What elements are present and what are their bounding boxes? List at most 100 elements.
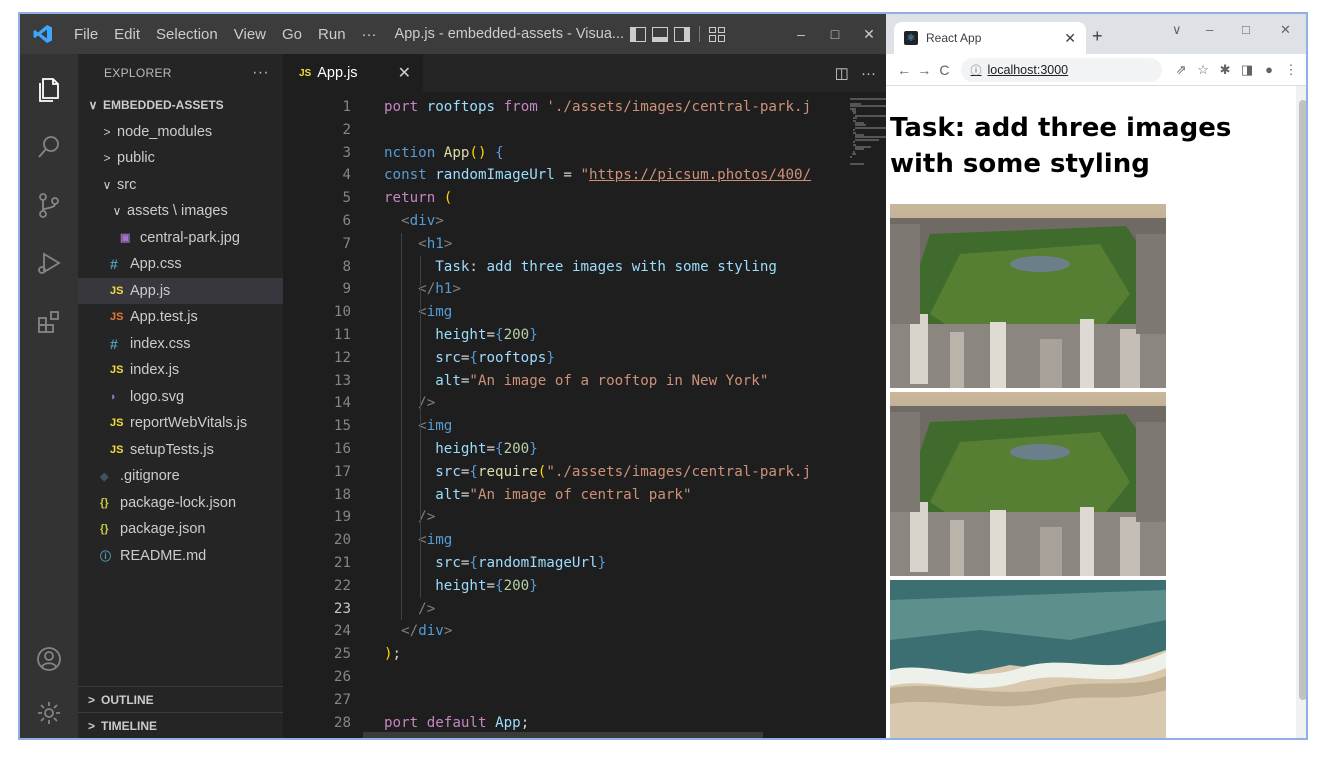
menu-run[interactable]: Run [310, 26, 354, 43]
file-tree-item[interactable]: ▣ central-park.jpg [78, 225, 283, 252]
source-control-icon[interactable] [34, 190, 64, 220]
code-line[interactable]: 17 src={require("./assets/images/central… [283, 461, 843, 484]
accounts-icon[interactable] [34, 644, 64, 674]
file-tree-item[interactable]: > public [78, 145, 283, 172]
menu-edit[interactable]: Edit [106, 26, 148, 43]
page-scrollbar[interactable] [1296, 86, 1306, 738]
tab-search-button[interactable]: ∨ [1172, 22, 1182, 38]
tab-close-button[interactable]: ✕ [398, 63, 411, 83]
file-tree-item[interactable]: ◆ .gitignore [78, 463, 283, 490]
side-panel-icon[interactable]: ◨ [1236, 62, 1258, 78]
line-number: 7 [342, 235, 351, 252]
code-line[interactable]: 23 /> [283, 598, 843, 621]
file-tree-item[interactable]: > node_modules [78, 119, 283, 146]
file-tree-item[interactable]: ∨ assets \ images [78, 198, 283, 225]
chrome-maximize-button[interactable]: □ [1242, 22, 1250, 37]
run-debug-icon[interactable] [34, 248, 64, 278]
file-tree-item[interactable]: ⓘ README.md [78, 543, 283, 570]
extensions-icon[interactable] [34, 306, 64, 336]
search-icon[interactable] [34, 132, 64, 162]
toggle-secondary-sidebar-icon[interactable] [673, 26, 690, 42]
code-line[interactable]: 13 alt="An image of a rooftop in New Yor… [283, 370, 843, 393]
file-tree-item[interactable]: # App.css [78, 251, 283, 278]
code-line[interactable]: 19 /> [283, 506, 843, 529]
profile-avatar-icon[interactable]: ● [1258, 62, 1280, 77]
code-line[interactable]: 22 height={200} [283, 575, 843, 598]
toggle-panel-icon[interactable] [651, 26, 668, 42]
minimap-line [851, 153, 857, 156]
close-button[interactable]: ✕ [852, 26, 886, 43]
back-arrow-icon[interactable]: ← [894, 62, 914, 78]
file-tree-item[interactable]: JS App.js [78, 277, 283, 304]
code-line[interactable]: 24 </div> [283, 620, 843, 643]
code-line[interactable]: 27 [283, 689, 843, 712]
file-tree-item[interactable]: ∨ src [78, 172, 283, 199]
site-info-icon[interactable]: ⓘ [971, 62, 982, 78]
code-line[interactable]: 15 <img [283, 415, 843, 438]
editor-more-button[interactable]: ··· [861, 65, 876, 82]
minimize-button[interactable]: – [784, 26, 818, 43]
toggle-sidebar-icon[interactable] [629, 26, 646, 42]
code-line[interactable]: 9 </h1> [283, 278, 843, 301]
customize-layout-icon[interactable] [708, 26, 725, 42]
code-line[interactable]: 5 return ( [283, 187, 843, 210]
tab-app-js[interactable]: JS App.js ✕ [283, 54, 423, 92]
address-bar[interactable]: ⓘ localhost:3000 [960, 57, 1163, 82]
timeline-section[interactable]: > TIMELINE [78, 712, 283, 738]
extensions-puzzle-icon[interactable]: ✱ [1214, 62, 1236, 78]
chrome-menu-icon[interactable]: ⋮ [1280, 62, 1302, 78]
chrome-tab-react-app[interactable]: ⚛ React App ✕ [894, 22, 1086, 54]
code-line[interactable]: 6 <div> [283, 210, 843, 233]
code-editor[interactable]: 1 port rooftops from './assets/images/cen… [283, 92, 843, 738]
code-line[interactable]: 11 height={200} [283, 324, 843, 347]
reload-icon[interactable]: C [934, 62, 954, 78]
explorer-icon[interactable] [34, 74, 64, 104]
code-line[interactable]: 4 const randomImageUrl = "https://picsum.… [283, 164, 843, 187]
file-tree-item[interactable]: ◗ logo.svg [78, 384, 283, 411]
split-editor-icon[interactable]: ◫ [835, 65, 849, 82]
chrome-tab-close-button[interactable]: ✕ [1064, 30, 1076, 47]
code-line[interactable]: 20 <img [283, 529, 843, 552]
code-line[interactable]: 7 <h1> [283, 233, 843, 256]
minimap-line [854, 148, 865, 151]
code-line[interactable]: 3 nction App() { [283, 142, 843, 165]
menu-selection[interactable]: Selection [148, 26, 226, 43]
explorer-more-button[interactable]: ··· [252, 64, 269, 82]
manage-gear-icon[interactable] [34, 698, 64, 728]
code-line[interactable]: 8 Task: add three images with some styli… [283, 256, 843, 279]
code-line[interactable]: 28 port default App; [283, 712, 843, 735]
chrome-close-button[interactable]: ✕ [1280, 22, 1291, 38]
code-line[interactable]: 16 height={200} [283, 438, 843, 461]
file-tree-item[interactable]: # index.css [78, 331, 283, 358]
code-line[interactable]: 2 [283, 119, 843, 142]
code-line[interactable]: 12 src={rooftops} [283, 347, 843, 370]
workspace-root[interactable]: ∨ EMBEDDED-ASSETS [78, 92, 283, 119]
chrome-minimize-button[interactable]: – [1206, 22, 1213, 37]
file-tree-item[interactable]: {} package.json [78, 516, 283, 543]
file-tree-item[interactable]: JS reportWebVitals.js [78, 410, 283, 437]
menu-go[interactable]: Go [274, 26, 310, 43]
file-tree-item[interactable]: JS setupTests.js [78, 437, 283, 464]
code-line[interactable]: 21 src={randomImageUrl} [283, 552, 843, 575]
editor-horizontal-scrollbar[interactable] [363, 732, 763, 738]
code-line[interactable]: 14 /> [283, 392, 843, 415]
menu-more[interactable]: ··· [354, 26, 385, 43]
code-line[interactable]: 10 <img [283, 301, 843, 324]
file-tree-label: logo.svg [130, 388, 185, 405]
file-tree-item[interactable]: JS index.js [78, 357, 283, 384]
code-line[interactable]: 18 alt="An image of central park" [283, 484, 843, 507]
file-tree-item[interactable]: JS App.test.js [78, 304, 283, 331]
code-line[interactable]: 26 [283, 666, 843, 689]
menu-file[interactable]: File [66, 26, 106, 43]
maximize-button[interactable]: □ [818, 26, 852, 43]
forward-arrow-icon[interactable]: → [914, 62, 934, 78]
code-line[interactable]: 25); [283, 643, 843, 666]
share-icon[interactable]: ⇗ [1170, 62, 1192, 78]
bookmark-star-icon[interactable]: ☆ [1192, 62, 1214, 78]
menu-view[interactable]: View [226, 26, 274, 43]
code-text: src={randomImageUrl} [435, 555, 607, 571]
file-tree-item[interactable]: {} package-lock.json [78, 490, 283, 517]
new-tab-button[interactable]: + [1092, 26, 1103, 47]
code-line[interactable]: 1 port rooftops from './assets/images/cen… [283, 96, 843, 119]
outline-section[interactable]: > OUTLINE [78, 686, 283, 712]
